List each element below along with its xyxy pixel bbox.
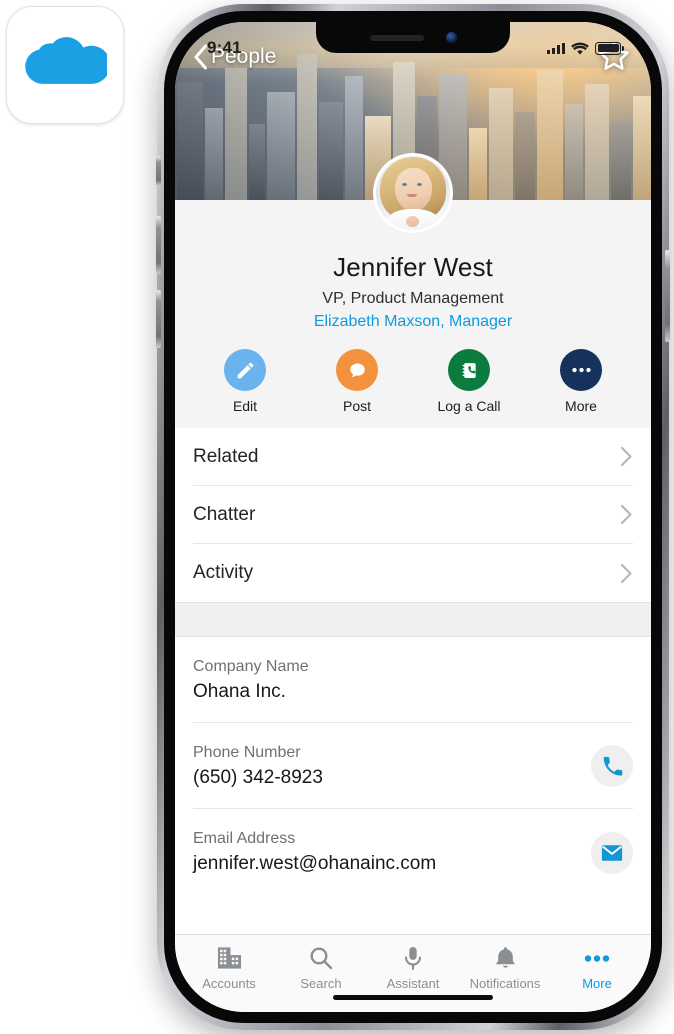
bottom-tab-bar: Accounts Search Assistant Notifications …	[175, 934, 651, 1012]
power-button[interactable]	[665, 250, 670, 342]
battery-full-icon	[595, 41, 624, 55]
action-more[interactable]: More	[537, 349, 625, 414]
iphone-device-frame: 9:41 People Jennifer West VP, Product Ma…	[156, 4, 670, 1030]
field-label: Company Name	[193, 657, 309, 675]
mute-switch-button[interactable]	[156, 156, 161, 186]
salesforce-app-icon[interactable]	[6, 6, 124, 124]
field-label: Phone Number	[193, 743, 301, 761]
edit-action-circle	[224, 349, 266, 391]
ellipsis-icon	[571, 367, 591, 373]
device-notch	[316, 22, 510, 53]
tab-label: Search	[300, 976, 342, 991]
cellular-signal-icon	[547, 42, 565, 54]
chevron-right-icon	[620, 504, 633, 525]
nav-row-label: Chatter	[193, 503, 256, 525]
action-edit-label: Edit	[232, 398, 258, 414]
field-value: jennifer.west@ohanainc.com	[193, 853, 437, 874]
tab-more[interactable]: More	[553, 945, 641, 991]
contact-name: Jennifer West	[333, 252, 493, 282]
pencil-icon	[237, 362, 253, 378]
nav-row-activity[interactable]: Activity	[193, 544, 633, 602]
nav-row-label: Activity	[193, 562, 254, 583]
tab-notifications[interactable]: Notifications	[461, 945, 549, 991]
section-nav-list: Related Chatter Activity	[175, 428, 651, 602]
status-bar-indicators	[547, 41, 624, 55]
tab-accounts[interactable]: Accounts	[185, 945, 273, 991]
nav-row-chatter[interactable]: Chatter	[193, 486, 633, 544]
tab-label: Notifications	[469, 976, 541, 991]
magnifier-icon	[277, 945, 365, 971]
call-log-icon	[462, 362, 476, 378]
post-action-circle	[336, 349, 378, 391]
action-more-label: More	[565, 398, 597, 414]
volume-down-button[interactable]	[156, 290, 161, 348]
contact-details-section: Company Name Ohana Inc. Phone Number (65…	[175, 637, 651, 895]
tab-search[interactable]: Search	[277, 945, 365, 991]
chat-bubble-icon	[349, 363, 365, 377]
contact-manager-link[interactable]: Elizabeth Maxson, Manager	[175, 313, 651, 331]
nav-row-related[interactable]: Related	[193, 428, 633, 486]
action-post[interactable]: Post	[313, 349, 401, 414]
action-log-call-label: Log a Call	[437, 398, 501, 414]
call-button[interactable]	[591, 745, 633, 787]
bell-icon	[461, 945, 549, 971]
chevron-right-icon	[620, 563, 633, 584]
email-button[interactable]	[591, 831, 633, 874]
ellipsis-icon	[553, 945, 641, 971]
volume-up-button[interactable]	[156, 216, 161, 274]
microphone-icon	[369, 945, 457, 971]
tab-label: Assistant	[386, 976, 440, 991]
nav-row-label: Related	[193, 445, 259, 467]
app-scroll-region[interactable]: People Jennifer West VP, Product Managem…	[175, 22, 651, 1012]
field-email-address[interactable]: Email Address jennifer.west@ohanainc.com	[193, 809, 633, 895]
action-edit[interactable]: Edit	[201, 349, 289, 414]
chevron-right-icon	[620, 446, 633, 467]
status-bar-time: 9:41	[207, 38, 242, 57]
tab-label: More	[582, 976, 612, 991]
phone-bezel: 9:41 People Jennifer West VP, Product Ma…	[164, 11, 662, 1023]
phone-icon	[603, 756, 622, 776]
tab-label: Accounts	[202, 976, 256, 991]
field-value: Ohana Inc.	[193, 680, 286, 702]
field-label: Email Address	[193, 830, 296, 847]
avatar-photo	[376, 156, 450, 230]
field-value: (650) 342-8923	[193, 766, 323, 788]
field-text-group: Company Name Ohana Inc.	[193, 658, 309, 703]
field-phone-number[interactable]: Phone Number (650) 342-8923	[193, 723, 633, 809]
screenshot-stage: 9:41 People Jennifer West VP, Product Ma…	[0, 0, 674, 1034]
phone-screen: 9:41 People Jennifer West VP, Product Ma…	[175, 22, 651, 1012]
field-text-group: Email Address jennifer.west@ohanainc.com	[193, 830, 436, 875]
envelope-icon	[601, 844, 623, 861]
salesforce-cloud-logo	[25, 37, 107, 84]
field-text-group: Phone Number (650) 342-8923	[193, 744, 323, 789]
quick-actions-bar: Edit Post Log a Call More	[175, 331, 651, 428]
section-divider	[175, 602, 651, 637]
more-action-circle	[560, 349, 602, 391]
action-post-label: Post	[342, 398, 371, 414]
tab-assistant[interactable]: Assistant	[369, 945, 457, 991]
home-indicator[interactable]	[333, 995, 493, 1000]
earpiece-speaker-icon	[369, 34, 424, 41]
buildings-icon	[185, 945, 273, 971]
field-company-name[interactable]: Company Name Ohana Inc.	[193, 637, 633, 723]
contact-title: VP, Product Management	[322, 290, 504, 307]
wifi-icon	[571, 42, 589, 55]
front-camera-icon	[445, 32, 457, 43]
log-call-action-circle	[448, 349, 490, 391]
contact-avatar[interactable]	[373, 153, 453, 233]
action-log-a-call[interactable]: Log a Call	[425, 349, 513, 414]
